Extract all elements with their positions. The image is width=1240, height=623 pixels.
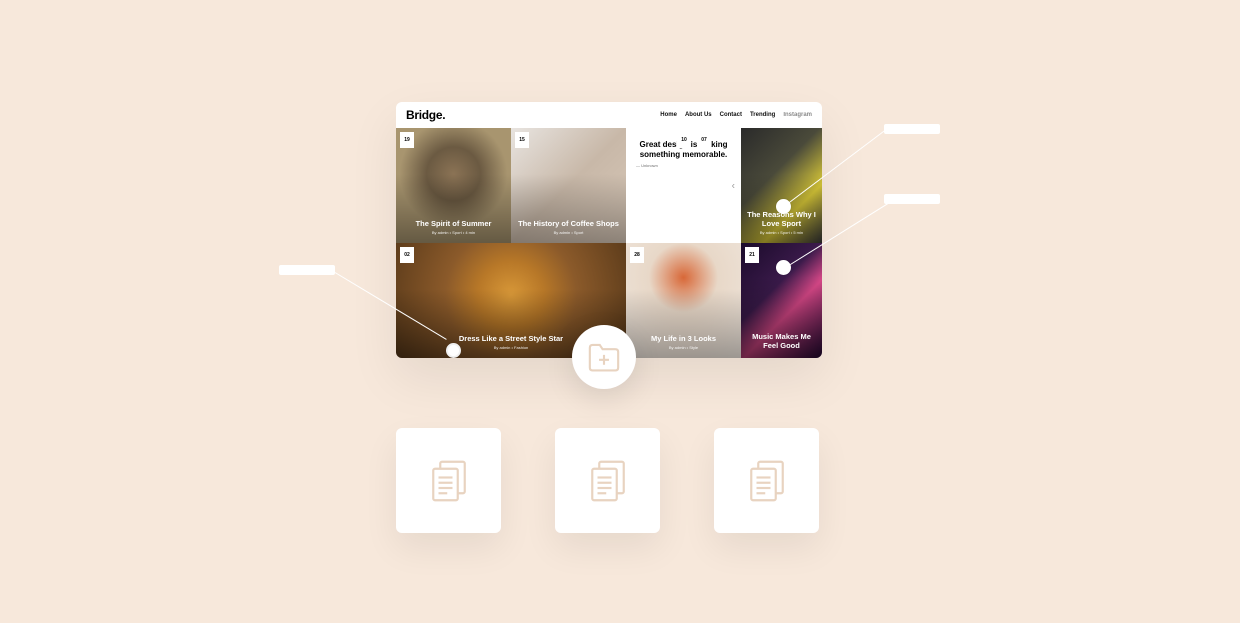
chevron-left-icon[interactable]: ‹ xyxy=(732,180,735,191)
documents-icon xyxy=(587,458,629,504)
post-title: Dress Like a Street Style Star xyxy=(459,334,563,343)
date-badge: 10 xyxy=(677,132,691,148)
callout-label xyxy=(884,124,940,134)
site-logo[interactable]: Bridge. xyxy=(406,108,445,122)
feature-cards xyxy=(396,428,819,533)
hotspot-dot[interactable] xyxy=(776,260,791,275)
nav-item-about[interactable]: About Us xyxy=(685,112,712,118)
post-title: My Life in 3 Looks xyxy=(651,334,716,343)
demo-preview-card: Bridge. Home About Us Contact Trending I… xyxy=(396,102,822,358)
callout-label xyxy=(884,194,940,204)
callout-label xyxy=(279,265,335,275)
post-title: The History of Coffee Shops xyxy=(518,219,619,228)
quote-tile[interactable]: 10 07 Great design is making something m… xyxy=(626,128,741,243)
date-badge: 07 xyxy=(697,132,711,148)
feature-card[interactable] xyxy=(396,428,501,533)
nav-item-home[interactable]: Home xyxy=(660,112,677,118)
documents-icon xyxy=(428,458,470,504)
feature-card[interactable] xyxy=(555,428,660,533)
hotspot-dot[interactable] xyxy=(446,343,461,358)
hotspot-dot[interactable] xyxy=(776,199,791,214)
post-meta: By admin • Style xyxy=(669,345,698,350)
post-meta: By admin • Sport • 5 min xyxy=(760,230,803,235)
date-badge: 28 xyxy=(630,247,644,263)
post-grid: 19 The Spirit of Summer By admin • Sport… xyxy=(396,128,822,358)
post-tile[interactable]: 15 The History of Coffee Shops By admin … xyxy=(511,128,626,243)
date-badge: 02 xyxy=(400,247,414,263)
post-title: The Spirit of Summer xyxy=(416,219,492,228)
preview-nav: Home About Us Contact Trending Instagram xyxy=(660,112,812,118)
post-tile[interactable]: 19 The Spirit of Summer By admin • Sport… xyxy=(396,128,511,243)
feature-card[interactable] xyxy=(714,428,819,533)
date-badge: 19 xyxy=(400,132,414,148)
post-meta: By admin • Sport xyxy=(554,230,584,235)
nav-item-trending[interactable]: Trending xyxy=(750,112,775,118)
date-badge: 15 xyxy=(515,132,529,148)
post-meta: By admin • Sport • 4 min xyxy=(432,230,475,235)
nav-item-contact[interactable]: Contact xyxy=(720,112,742,118)
preview-header: Bridge. Home About Us Contact Trending I… xyxy=(396,102,822,128)
post-tile[interactable]: 28 My Life in 3 Looks By admin • Style xyxy=(626,243,741,358)
nav-item-instagram[interactable]: Instagram xyxy=(783,112,812,118)
date-badge: 21 xyxy=(745,247,759,263)
documents-icon xyxy=(746,458,788,504)
post-meta: By admin • Fashion xyxy=(494,345,529,350)
folder-plus-icon xyxy=(587,342,621,372)
post-title: Music Makes Me Feel Good xyxy=(745,332,818,350)
quote-author: — Unknown xyxy=(636,163,658,168)
add-demo-button[interactable] xyxy=(572,325,636,389)
